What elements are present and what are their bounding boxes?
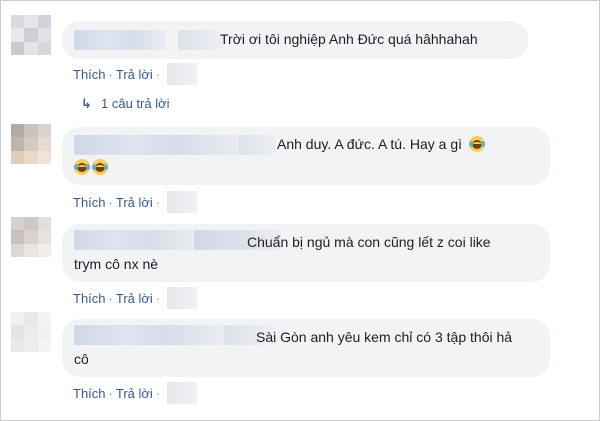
- action-separator: ·: [155, 291, 161, 306]
- commenter-name-extra: [194, 230, 242, 250]
- reply-link[interactable]: Trả lời: [116, 195, 153, 210]
- timestamp[interactable]: [167, 191, 198, 213]
- action-separator: ·: [155, 195, 161, 210]
- action-separator: ·: [108, 386, 113, 401]
- face-with-tears-of-joy-icon: [74, 159, 90, 175]
- comment-text-line-2: cô: [74, 351, 89, 367]
- timestamp[interactable]: [167, 287, 198, 309]
- commenter-name[interactable]: [74, 325, 224, 345]
- face-with-tears-of-joy-icon: [468, 136, 485, 152]
- like-link[interactable]: Thích: [73, 386, 106, 401]
- like-link[interactable]: Thích: [73, 195, 106, 210]
- commenter-name[interactable]: [74, 230, 194, 250]
- view-replies-link[interactable]: ↳ 1 câu trả lời: [81, 96, 170, 112]
- comment-actions: Thích · Trả lời ·: [73, 382, 198, 404]
- avatar[interactable]: [11, 217, 51, 257]
- comment-text-line-2: [74, 158, 110, 177]
- commenter-name-extra: [178, 30, 222, 50]
- like-link[interactable]: Thích: [73, 291, 106, 306]
- comment-actions: Thích · Trả lời ·: [73, 63, 198, 85]
- comment-bubble: Anh duy. A đức. A tú. Hay a gì: [62, 127, 550, 185]
- action-separator: ·: [108, 291, 113, 306]
- comments-panel: Trời ơi tôi nghiệp Anh Đức quá hâhhahah …: [0, 0, 600, 421]
- reply-arrow-icon: ↳: [81, 96, 92, 111]
- avatar[interactable]: [11, 312, 51, 352]
- comment-text: Trời ơi tôi nghiệp Anh Đức quá hâhhahah: [220, 31, 478, 47]
- comment-bubble: Sài Gòn anh yêu kem chỉ có 3 tập thôi hả…: [62, 319, 550, 377]
- action-separator: ·: [108, 67, 113, 82]
- comment-text: Sài Gòn anh yêu kem chỉ có 3 tập thôi hả: [256, 329, 513, 345]
- action-separator: ·: [155, 67, 161, 82]
- comment-actions: Thích · Trả lời ·: [73, 191, 198, 213]
- avatar[interactable]: [11, 124, 51, 164]
- comment-text: Anh duy. A đức. A tú. Hay a gì: [277, 135, 487, 154]
- action-separator: ·: [108, 195, 113, 210]
- reply-link[interactable]: Trả lời: [116, 291, 153, 306]
- reply-link[interactable]: Trả lời: [116, 386, 153, 401]
- timestamp[interactable]: [167, 63, 198, 85]
- commenter-name[interactable]: [74, 30, 166, 50]
- comment-text: Chuẩn bị ngủ mà con cũng lết z coi like: [247, 234, 491, 250]
- commenter-name[interactable]: [74, 135, 242, 155]
- comment-text-content: Anh duy. A đức. A tú. Hay a gì: [277, 136, 463, 152]
- comment-text-line-2: trym cô nx nè: [74, 256, 159, 272]
- comment-bubble: Trời ơi tôi nghiệp Anh Đức quá hâhhahah: [62, 21, 528, 59]
- commenter-name-extra: [238, 135, 276, 155]
- comment-actions: Thích · Trả lời ·: [73, 287, 198, 309]
- view-replies-label: 1 câu trả lời: [101, 96, 170, 111]
- avatar[interactable]: [11, 15, 51, 55]
- like-link[interactable]: Thích: [73, 67, 106, 82]
- face-with-tears-of-joy-icon: [92, 159, 108, 175]
- action-separator: ·: [155, 386, 161, 401]
- timestamp[interactable]: [167, 382, 198, 404]
- reply-link[interactable]: Trả lời: [116, 67, 153, 82]
- comment-bubble: Chuẩn bị ngủ mà con cũng lết z coi like …: [62, 224, 550, 282]
